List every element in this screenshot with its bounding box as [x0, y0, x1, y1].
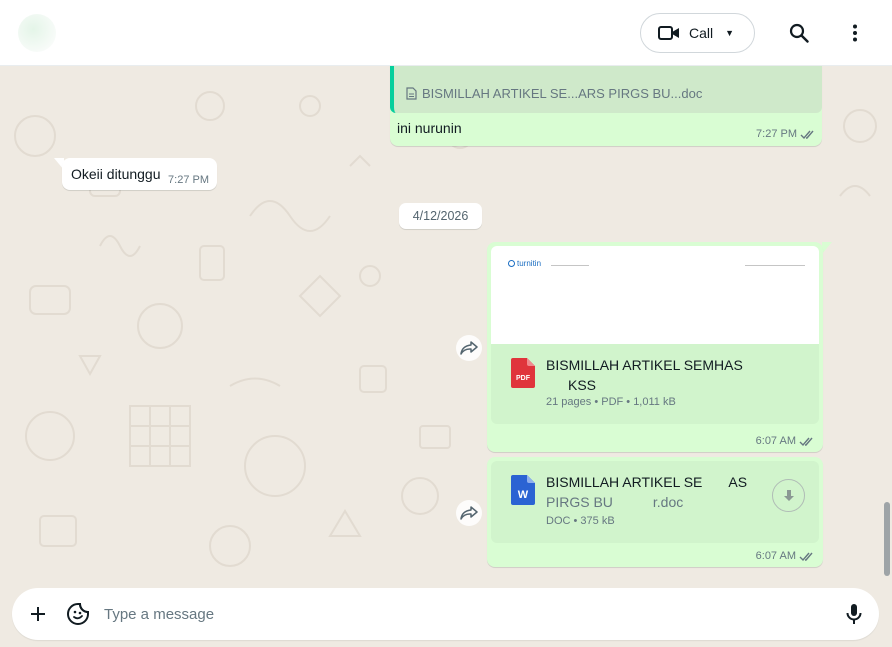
message-input[interactable]	[104, 601, 804, 627]
double-check-icon	[800, 130, 814, 139]
call-button[interactable]: Call ▼	[640, 13, 755, 53]
sticker-icon	[67, 603, 89, 625]
voice-message-button[interactable]	[842, 602, 866, 626]
outgoing-doc-message[interactable]: W BISMILLAH ARTIKEL SE AS PIRGS BU r.doc D…	[487, 457, 823, 567]
message-text: ini nurunin	[397, 120, 462, 136]
kebab-menu-icon	[853, 24, 857, 42]
message-time: 7:27 PM	[168, 174, 209, 186]
message-text: Okeii ditunggu	[71, 166, 161, 182]
date-divider: 4/12/2026	[399, 203, 482, 229]
composer-bar	[0, 586, 892, 647]
message-time: 7:27 PM	[756, 128, 797, 140]
call-label: Call	[689, 25, 714, 41]
chat-header: Call ▼	[0, 0, 892, 66]
doc-file-name: BISMILLAH ARTIKEL SE AS PIRGS BU r.doc	[546, 474, 748, 510]
turnitin-logo: turnitin	[508, 259, 541, 268]
pdf-file-name: BISMILLAH ARTIKEL SEMHAS KSS	[546, 357, 743, 393]
contact-name[interactable]	[70, 24, 210, 42]
double-check-icon	[799, 552, 813, 561]
forward-button[interactable]	[456, 335, 482, 361]
message-composer	[12, 588, 879, 640]
search-button[interactable]	[785, 19, 813, 47]
message-list[interactable]: BISMILLAH ARTIKEL SE...ARS PIRGS BU...do…	[0, 66, 892, 586]
forward-button[interactable]	[456, 500, 482, 526]
quoted-file: BISMILLAH ARTIKEL SE...ARS PIRGS BU...do…	[406, 86, 702, 101]
video-camera-icon	[658, 26, 679, 40]
quoted-reply[interactable]: BISMILLAH ARTIKEL SE...ARS PIRGS BU...do…	[390, 66, 822, 113]
pdf-file-card[interactable]: PDF BISMILLAH ARTIKEL SEMHAS KSS 21 page…	[491, 344, 819, 424]
word-file-icon: W	[511, 475, 535, 505]
outgoing-pdf-message[interactable]: turnitin PDF BISMILLAH ARTIKEL SEMHAS KS…	[487, 242, 823, 452]
contact-avatar[interactable]	[18, 14, 56, 52]
svg-text:W: W	[518, 489, 529, 501]
pdf-file-icon: PDF	[511, 358, 535, 388]
sticker-button[interactable]	[66, 602, 90, 626]
pdf-file-meta: 21 pages • PDF • 1,011 kB	[546, 396, 676, 408]
preview-text-line	[551, 265, 589, 266]
incoming-message[interactable]: Okeii ditunggu 7:27 PM	[62, 158, 217, 190]
menu-button[interactable]	[841, 19, 869, 47]
message-meta: 7:27 PM	[756, 128, 816, 140]
plus-icon	[31, 607, 45, 621]
bubble-tail	[822, 242, 832, 254]
forward-icon	[460, 341, 478, 355]
doc-file-card[interactable]: W BISMILLAH ARTIKEL SE AS PIRGS BU r.doc D…	[491, 461, 819, 543]
message-time: 6:07 AM	[755, 550, 796, 562]
chevron-down-icon: ▼	[725, 28, 735, 38]
doc-file-meta: DOC • 375 kB	[546, 515, 615, 527]
message-meta: 6:07 AM	[756, 435, 815, 447]
outgoing-message[interactable]: BISMILLAH ARTIKEL SE...ARS PIRGS BU...do…	[390, 66, 822, 146]
double-check-icon	[799, 437, 813, 446]
microphone-icon	[846, 604, 862, 624]
document-icon	[406, 87, 417, 100]
attach-button[interactable]	[26, 602, 50, 626]
download-button[interactable]	[772, 479, 805, 512]
preview-text-line	[745, 265, 805, 266]
message-meta: 6:07 AM	[756, 550, 815, 562]
download-icon	[783, 489, 794, 501]
forward-icon	[460, 506, 478, 520]
pdf-preview[interactable]: turnitin	[491, 246, 819, 344]
chat-scrollbar[interactable]	[884, 502, 890, 576]
quoted-file-name: BISMILLAH ARTIKEL SE...ARS PIRGS BU...do…	[422, 86, 703, 101]
search-icon	[789, 23, 809, 43]
svg-text:PDF: PDF	[516, 375, 531, 382]
message-time: 6:07 AM	[755, 435, 796, 447]
